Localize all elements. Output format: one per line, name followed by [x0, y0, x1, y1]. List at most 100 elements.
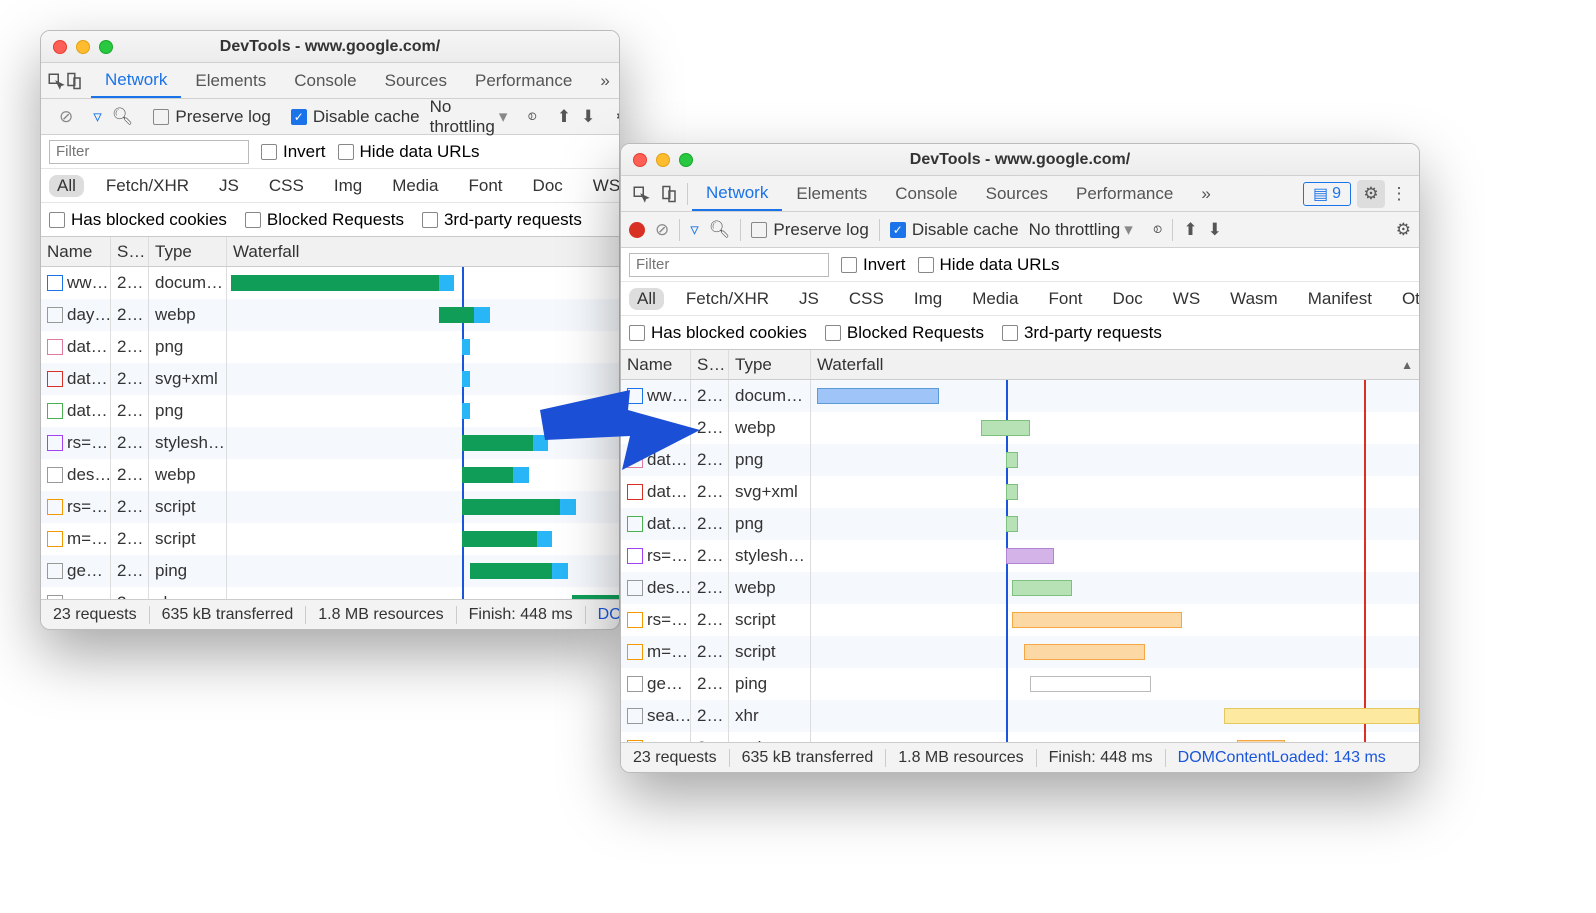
hide-data-urls-checkbox[interactable]: Hide data URLs [338, 142, 480, 162]
type-pill-img[interactable]: Img [906, 288, 950, 310]
close-dot[interactable] [633, 153, 647, 167]
type-pill-other[interactable]: Other [1394, 288, 1420, 310]
type-pill-manifest[interactable]: Manifest [1300, 288, 1380, 310]
invert-checkbox[interactable]: Invert [841, 255, 906, 275]
blocked-requests-checkbox[interactable]: Blocked Requests [245, 210, 404, 230]
zoom-dot[interactable] [99, 40, 113, 54]
table-row[interactable]: dat…2…svg+xml [41, 363, 619, 395]
type-pill-doc[interactable]: Doc [1105, 288, 1151, 310]
type-pill-ws[interactable]: WS [585, 175, 620, 197]
filter-icon[interactable]: ▿ [690, 220, 699, 240]
tab-console[interactable]: Console [881, 176, 971, 211]
table-row[interactable]: rs=…2…script [621, 604, 1419, 636]
type-pill-doc[interactable]: Doc [525, 175, 571, 197]
throttling-select[interactable]: No throttling ▾ [1029, 220, 1133, 240]
col-waterfall-header[interactable]: Waterfall [227, 237, 619, 266]
type-pill-wasm[interactable]: Wasm [1222, 288, 1286, 310]
type-pill-js[interactable]: JS [791, 288, 827, 310]
gear-icon[interactable]: ⚙ [1357, 180, 1385, 208]
third-party-checkbox[interactable]: 3rd-party requests [1002, 323, 1162, 343]
type-pill-ws[interactable]: WS [1165, 288, 1208, 310]
table-row[interactable]: ge…2…ping [621, 668, 1419, 700]
filter-icon[interactable]: ▿ [93, 107, 102, 127]
tab-sources[interactable]: Sources [972, 176, 1062, 211]
inspect-icon[interactable] [47, 67, 65, 95]
blocked-cookies-checkbox[interactable]: Has blocked cookies [49, 210, 227, 230]
tab-more[interactable]: » [586, 63, 620, 98]
tab-network[interactable]: Network [692, 176, 782, 211]
download-icon[interactable]: ⬇ [581, 107, 595, 127]
invert-checkbox[interactable]: Invert [261, 142, 326, 162]
wifi-icon[interactable]: �စ [517, 104, 537, 129]
gear-icon[interactable]: ⚙ [1396, 220, 1411, 240]
blocked-cookies-checkbox[interactable]: Has blocked cookies [629, 323, 807, 343]
col-name-header[interactable]: Name [41, 237, 111, 266]
inspect-icon[interactable] [627, 180, 655, 208]
filter-input[interactable] [49, 140, 249, 164]
tab-performance[interactable]: Performance [1062, 176, 1187, 211]
table-row[interactable]: sea…2…xhr [41, 587, 619, 599]
type-pill-css[interactable]: CSS [261, 175, 312, 197]
table-row[interactable]: dat…2…png [41, 395, 619, 427]
close-dot[interactable] [53, 40, 67, 54]
tab-elements[interactable]: Elements [782, 176, 881, 211]
preserve-log-checkbox[interactable]: Preserve log [751, 220, 868, 240]
tab-more[interactable]: » [1187, 176, 1224, 211]
col-type-header[interactable]: Type [149, 237, 227, 266]
zoom-dot[interactable] [679, 153, 693, 167]
table-row[interactable]: des…2…webp [41, 459, 619, 491]
clear-icon[interactable]: ⊘ [655, 220, 669, 240]
col-name-header[interactable]: Name [621, 350, 691, 379]
filter-input[interactable] [629, 253, 829, 277]
blocked-requests-checkbox[interactable]: Blocked Requests [825, 323, 984, 343]
device-icon[interactable] [65, 67, 83, 95]
upload-icon[interactable]: ⬆ [557, 107, 571, 127]
col-waterfall-header[interactable]: Waterfall▲ [811, 350, 1419, 379]
type-pill-css[interactable]: CSS [841, 288, 892, 310]
table-row[interactable]: ww…2…docum… [621, 380, 1419, 412]
preserve-log-checkbox[interactable]: Preserve log [153, 107, 270, 127]
table-row[interactable]: ww…2…docum… [41, 267, 619, 299]
disable-cache-checkbox[interactable]: ✓Disable cache [890, 220, 1019, 240]
tab-sources[interactable]: Sources [371, 63, 461, 98]
table-row[interactable]: rs=…2…script [41, 491, 619, 523]
search-icon[interactable]: 🔍︎ [112, 107, 134, 127]
type-pill-all[interactable]: All [629, 288, 664, 310]
table-row[interactable]: day…2…webp [621, 412, 1419, 444]
type-pill-js[interactable]: JS [211, 175, 247, 197]
table-row[interactable]: sea…2…xhr [621, 700, 1419, 732]
wifi-icon[interactable]: �စ [1143, 217, 1163, 242]
minimize-dot[interactable] [656, 153, 670, 167]
disable-cache-checkbox[interactable]: ✓Disable cache [291, 107, 420, 127]
clear-icon[interactable]: ⊘ [59, 107, 73, 127]
type-pill-fetchxhr[interactable]: Fetch/XHR [678, 288, 777, 310]
col-status-header[interactable]: S… [691, 350, 729, 379]
table-row[interactable]: m=…2…script [621, 732, 1419, 742]
tab-network[interactable]: Network [91, 63, 181, 98]
table-row[interactable]: day…2…webp [41, 299, 619, 331]
search-icon[interactable]: 🔍︎ [709, 220, 731, 240]
table-row[interactable]: ge…2…ping [41, 555, 619, 587]
minimize-dot[interactable] [76, 40, 90, 54]
third-party-checkbox[interactable]: 3rd-party requests [422, 210, 582, 230]
type-pill-font[interactable]: Font [1041, 288, 1091, 310]
tab-console[interactable]: Console [280, 63, 370, 98]
download-icon[interactable]: ⬇ [1208, 220, 1222, 240]
record-button[interactable] [629, 222, 645, 238]
hide-data-urls-checkbox[interactable]: Hide data URLs [918, 255, 1060, 275]
issues-badge[interactable]: ▤9 [1303, 182, 1351, 206]
table-row[interactable]: rs=…2…stylesh… [41, 427, 619, 459]
type-pill-media[interactable]: Media [964, 288, 1026, 310]
table-row[interactable]: rs=…2…stylesh… [621, 540, 1419, 572]
kebab-icon[interactable]: ⋮ [1385, 180, 1413, 208]
table-row[interactable]: dat…2…svg+xml [621, 476, 1419, 508]
gear-icon[interactable]: ⚙ [615, 107, 620, 127]
col-status-header[interactable]: S… [111, 237, 149, 266]
table-row[interactable]: dat…2…png [621, 508, 1419, 540]
table-row[interactable]: des…2…webp [621, 572, 1419, 604]
type-pill-img[interactable]: Img [326, 175, 370, 197]
col-type-header[interactable]: Type [729, 350, 811, 379]
table-row[interactable]: dat…2…png [621, 444, 1419, 476]
table-row[interactable]: m=…2…script [41, 523, 619, 555]
table-row[interactable]: dat…2…png [41, 331, 619, 363]
